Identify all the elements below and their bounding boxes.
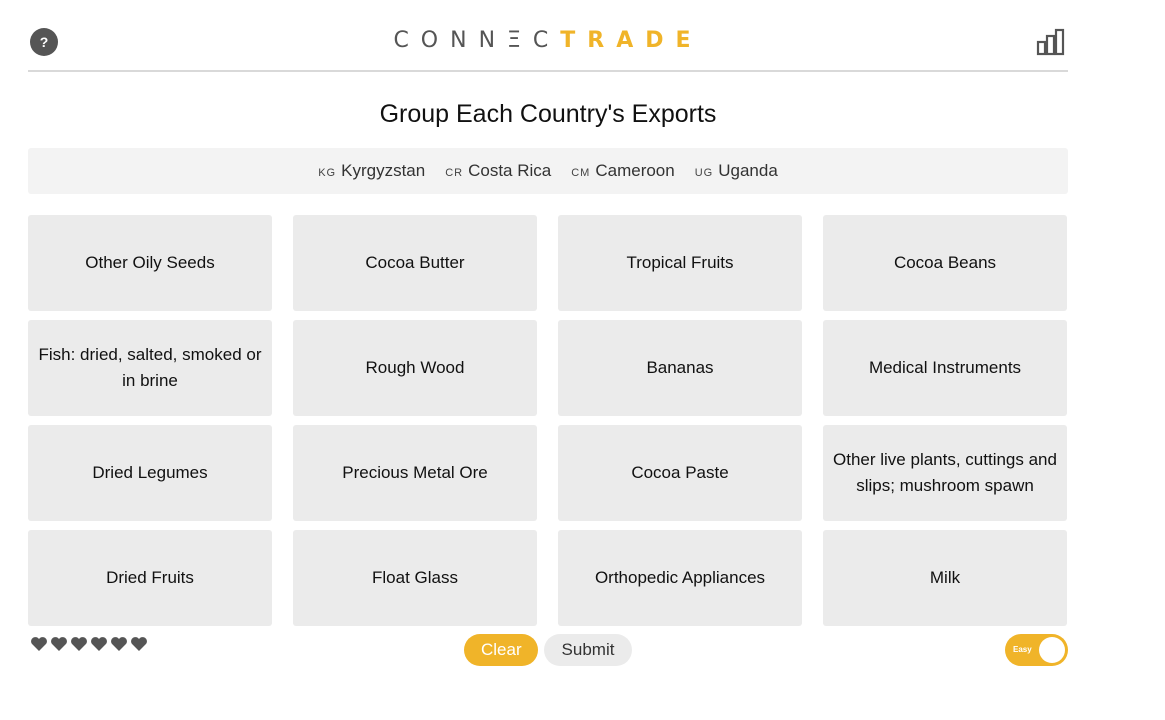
submit-button[interactable]: Submit [544,634,632,666]
export-tile[interactable]: Rough Wood [293,320,537,416]
page-title: Group Each Country's Exports [379,100,717,128]
difficulty-toggle-label: Easy [1013,645,1032,654]
country-code: CR [445,167,464,179]
difficulty-toggle[interactable]: Easy [1005,634,1068,666]
export-tile[interactable]: Other live plants, cuttings and slips; m… [823,425,1067,521]
country-name: Costa Rica [468,161,552,180]
heart-icon [51,637,67,651]
game-container: ? CONNΞCTRADE Group Each Country's Expor… [28,0,1068,720]
clear-button[interactable]: Clear [464,634,538,666]
stats-chart-icon[interactable] [1036,28,1066,56]
export-tile[interactable]: Bananas [558,320,802,416]
heart-icon [71,637,87,651]
action-buttons: Clear Submit [464,634,632,666]
export-tile[interactable]: Precious Metal Ore [293,425,537,521]
toggle-knob [1039,637,1065,663]
export-tile[interactable]: Medical Instruments [823,320,1067,416]
export-tile[interactable]: Fish: dried, salted, smoked or in brine [28,320,272,416]
heart-icon [31,637,47,651]
export-tile[interactable]: Dried Legumes [28,425,272,521]
heart-icon [131,637,147,651]
logo-part1: CONNΞC [393,28,561,53]
export-tile[interactable]: Other Oily Seeds [28,215,272,311]
export-tile[interactable]: Cocoa Butter [293,215,537,311]
export-tile[interactable]: Tropical Fruits [558,215,802,311]
country-item: CR Costa Rica [445,161,551,181]
country-name: Uganda [718,161,778,180]
country-code: KG [318,167,337,179]
country-code: UG [694,167,714,179]
export-tile-grid: Other Oily Seeds Cocoa Butter Tropical F… [28,215,1068,626]
country-item: KG Kyrgyzstan [318,161,425,181]
country-name: Cameroon [595,161,675,180]
country-item: CM Cameroon [571,161,674,181]
export-tile[interactable]: Milk [823,530,1067,626]
export-tile[interactable]: Dried Fruits [28,530,272,626]
export-tile[interactable]: Cocoa Beans [823,215,1067,311]
export-tile[interactable]: Float Glass [293,530,537,626]
heart-icon [111,637,127,651]
heart-icon [91,637,107,651]
export-tile[interactable]: Orthopedic Appliances [558,530,802,626]
lives-hearts [30,636,148,652]
logo: CONNΞCTRADE [28,28,1068,53]
country-item: UG Uganda [695,161,778,181]
header: ? CONNΞCTRADE [28,0,1068,72]
country-code: CM [571,167,591,179]
country-name: Kyrgyzstan [341,161,426,180]
country-list: KG Kyrgyzstan CR Costa Rica CM Cameroon … [28,148,1068,194]
export-tile[interactable]: Cocoa Paste [558,425,802,521]
logo-part2: TRADE [560,28,703,53]
